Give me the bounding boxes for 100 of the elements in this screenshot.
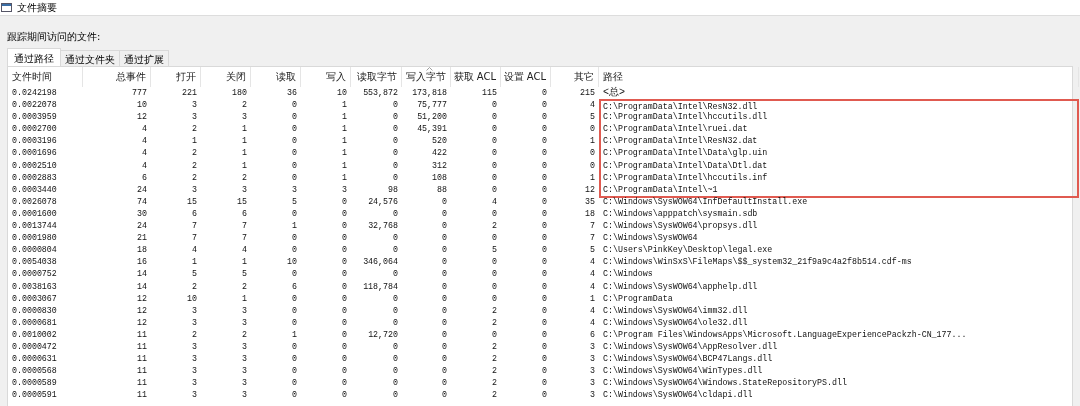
table-cell-text: 1: [241, 123, 248, 136]
table-cell-text: 0: [341, 195, 348, 208]
table-cell-text: 3: [241, 340, 248, 353]
table-cell-text: 7: [191, 220, 198, 233]
table-cell-text: 12: [584, 183, 596, 196]
table-cell-text: 12,720: [367, 328, 399, 341]
table-cell-text: 0: [291, 111, 298, 124]
table-cell-text: 0: [291, 135, 298, 148]
column-header[interactable]: 文件时间: [8, 67, 83, 87]
table-cell-text: 2: [241, 99, 248, 112]
table-cell-text: 0: [392, 389, 399, 402]
table-cell-text: 3: [241, 183, 248, 196]
table-cell-text: 0: [441, 256, 448, 269]
table-cell-text: 108: [431, 171, 448, 184]
table-cell-text: 7: [241, 220, 248, 233]
table-cell-text: 0: [441, 268, 448, 281]
table-cell-text: 1: [589, 171, 596, 184]
column-header[interactable]: 路径: [599, 67, 1079, 87]
table-cell-text: 0.0013744: [11, 220, 58, 233]
table-cell-text: 3: [241, 353, 248, 366]
table-cell-text: 10: [136, 99, 148, 112]
table-cell-text: 0: [291, 244, 298, 257]
window-title: 文件摘要: [17, 0, 57, 15]
column-header[interactable]: 写入字节: [402, 67, 451, 87]
path-cell-text: C:\Windows\SysWOW64\cldapi.dll: [602, 389, 754, 402]
table-cell-text: 312: [431, 159, 448, 172]
column-header[interactable]: 读取: [251, 67, 301, 87]
tab[interactable]: 通过路径: [7, 48, 61, 66]
table-cell-text: 0: [491, 123, 498, 136]
table-cell-text: 5: [589, 244, 596, 257]
table-cell-text: 0: [341, 207, 348, 220]
caption: 跟踪期间访问的文件:: [7, 30, 102, 44]
tab[interactable]: 通过文件夹: [60, 50, 120, 66]
table-cell-text: 3: [191, 99, 198, 112]
table-cell-text: 24: [136, 183, 148, 196]
table-cell-text: 0: [541, 135, 548, 148]
table-cell-text: 0: [341, 268, 348, 281]
table-cell-text: 0: [541, 195, 548, 208]
table-cell-text: 0: [541, 111, 548, 124]
table-cell-text: 0: [392, 377, 399, 390]
table-cell-text: 98: [387, 183, 399, 196]
table-cell-text: 1: [341, 111, 348, 124]
column-header[interactable]: 总事件: [83, 67, 151, 87]
column-header[interactable]: 写入: [301, 67, 351, 87]
table-cell-text: 35: [584, 195, 596, 208]
table-cell-text: 1: [241, 159, 248, 172]
table-cell-text: 2: [491, 389, 498, 402]
table-cell-text: 0: [541, 183, 548, 196]
table-cell-text: 0: [491, 99, 498, 112]
table-cell-text: 12: [136, 304, 148, 317]
table-cell-text: 0: [291, 207, 298, 220]
path-cell-text: C:\Windows\SysWOW64\WinTypes.dll: [602, 365, 764, 378]
table-cell-text: 1: [191, 135, 198, 148]
table-cell-text: 32,768: [367, 220, 399, 233]
table-cell-text: 3: [191, 365, 198, 378]
column-header[interactable]: 获取 ACL: [451, 67, 501, 87]
table-cell-text: 0: [441, 304, 448, 317]
table-cell-text: 0: [491, 268, 498, 281]
table-cell-text: 0: [291, 268, 298, 281]
table-cell-text: 0: [392, 316, 399, 329]
path-cell: C:\ProgramData\Intel\hccutils.dll: [599, 111, 1079, 124]
table-cell-text: 2: [191, 280, 198, 293]
table-cell-text: 115: [481, 87, 498, 99]
table-cell-text: 0.0001696: [11, 147, 58, 160]
table-cell-text: 3: [191, 353, 198, 366]
path-cell-text: C:\Windows\SysWOW64\Windows.StateRepositoryPS.dll: [602, 377, 848, 390]
table-cell-text: 15: [236, 195, 248, 208]
table-cell-text: 12: [136, 316, 148, 329]
table-cell-text: 0.0000472: [11, 340, 58, 353]
table-cell-text: 0: [589, 147, 596, 160]
table-cell-text: 74: [136, 195, 148, 208]
table-cell-text: 0: [341, 232, 348, 245]
table-cell-text: 0: [441, 328, 448, 341]
table-cell-text: 0: [392, 135, 399, 148]
column-header[interactable]: 读取字节: [351, 67, 402, 87]
table-cell-text: 0: [392, 207, 399, 220]
table-cell-text: 2: [191, 171, 198, 184]
column-header[interactable]: 其它: [551, 67, 599, 87]
table-cell-text: 0: [341, 316, 348, 329]
table-cell-text: 5: [241, 268, 248, 281]
table-cell-text: 0.0003196: [11, 135, 58, 148]
column-header[interactable]: 关闭: [201, 67, 251, 87]
table-cell-text: 2: [191, 328, 198, 341]
table-cell-text: 0: [441, 195, 448, 208]
table-cell-text: 4: [491, 195, 498, 208]
table-cell-text: 7: [241, 232, 248, 245]
table-cell-text: 0.0002700: [11, 123, 58, 136]
table-cell-text: 0: [291, 147, 298, 160]
column-header[interactable]: 设置 ACL: [501, 67, 551, 87]
path-cell-text: C:\Windows\SysWOW64\propsys.dll: [602, 220, 759, 233]
table-cell-text: 180: [231, 87, 248, 99]
table-cell-text: 0: [392, 292, 399, 305]
tab[interactable]: 通过扩展: [119, 50, 169, 66]
column-header[interactable]: 打开: [151, 67, 201, 87]
table-cell-text: 15: [186, 195, 198, 208]
table-cell-text: 0: [392, 171, 399, 184]
table-cell-text: 4: [589, 99, 596, 112]
table-cell-text: 10: [336, 87, 348, 99]
table-cell-text: 3: [191, 304, 198, 317]
table-cell-text: 0: [341, 280, 348, 293]
